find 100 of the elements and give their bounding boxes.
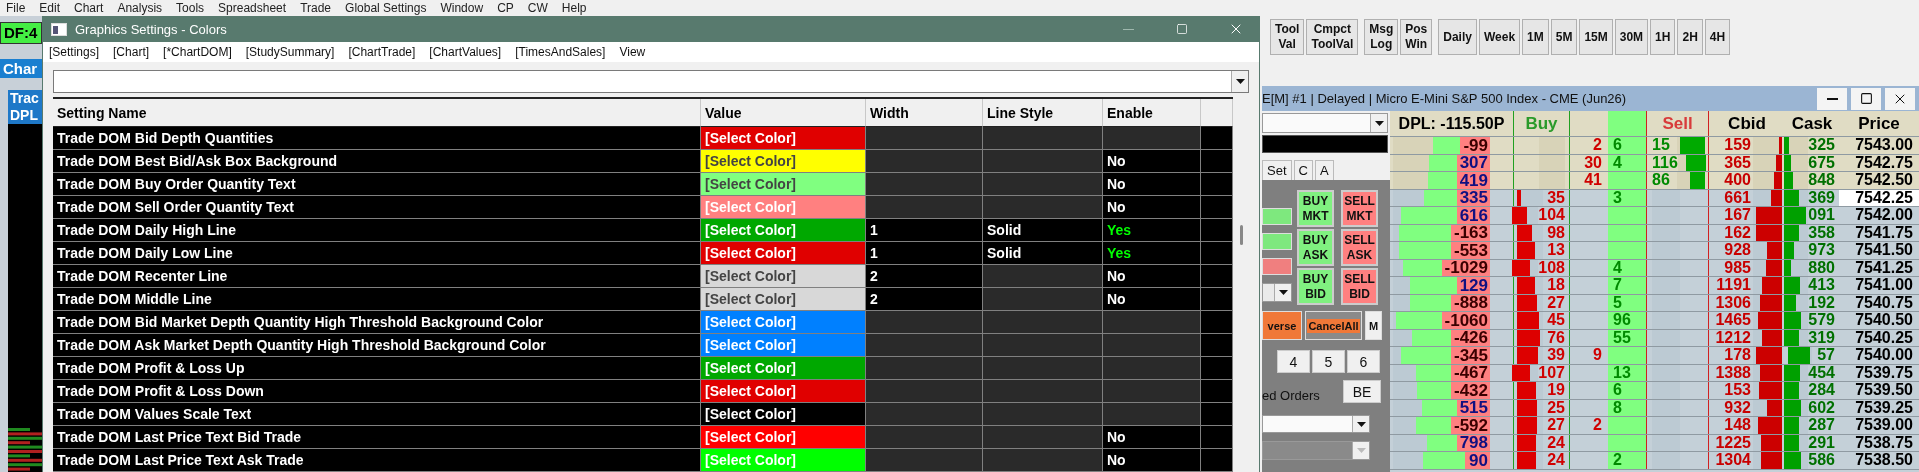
- cbid-value: 1191: [1715, 277, 1752, 294]
- toolbar-button[interactable]: 1M: [1522, 19, 1549, 55]
- toolbar-button[interactable]: 4H: [1704, 19, 1731, 55]
- cbid-value: 400: [1723, 172, 1752, 189]
- menu-item[interactable]: Window: [440, 1, 484, 15]
- color-value[interactable]: [Select Color]: [701, 311, 866, 334]
- buy-value: 39: [1546, 347, 1565, 364]
- toolbar-button[interactable]: Msg Log: [1364, 19, 1399, 55]
- color-value[interactable]: [Select Color]: [701, 380, 866, 403]
- chart-tab[interactable]: Char: [0, 59, 42, 78]
- menu-item[interactable]: [TimesAndSales]: [515, 45, 606, 59]
- menu-item[interactable]: Tools: [176, 1, 205, 15]
- column-header[interactable]: Value: [701, 99, 866, 127]
- dropdown[interactable]: [1262, 283, 1292, 302]
- menu-item[interactable]: Global Settings: [345, 1, 427, 15]
- panel-tab[interactable]: Set: [1262, 160, 1292, 180]
- color-value[interactable]: [Select Color]: [701, 265, 866, 288]
- quantity-button[interactable]: 6: [1347, 350, 1380, 373]
- buy-value: 25: [1546, 399, 1565, 416]
- pl-value: -426: [1453, 329, 1488, 347]
- color-value[interactable]: [Select Color]: [701, 242, 866, 265]
- cbid-value: 932: [1723, 399, 1752, 416]
- action-button[interactable]: verse: [1262, 311, 1302, 340]
- action-button[interactable]: CancelAll: [1305, 311, 1362, 340]
- toolbar-button[interactable]: 5M: [1550, 19, 1578, 55]
- be-button[interactable]: BE: [1343, 380, 1381, 403]
- column-header[interactable]: Line Style: [983, 99, 1103, 127]
- pl-value: -1060: [1444, 311, 1488, 329]
- color-value[interactable]: [Select Color]: [701, 403, 866, 426]
- panel-tab[interactable]: C: [1293, 160, 1313, 180]
- price-cell-text: 7543.00: [1854, 137, 1914, 154]
- column-header[interactable]: Enable: [1103, 99, 1201, 127]
- maximize-button[interactable]: [1851, 87, 1881, 110]
- quantity-field[interactable]: [1262, 258, 1292, 275]
- menu-item[interactable]: Trade: [300, 1, 332, 15]
- menu-item[interactable]: Edit: [39, 1, 61, 15]
- order-button[interactable]: BUY ASK: [1297, 229, 1334, 266]
- minimize-button[interactable]: [1817, 87, 1847, 110]
- buy-value: 45: [1546, 312, 1565, 329]
- menu-item[interactable]: CP: [497, 1, 514, 15]
- toolbar-button[interactable]: 2H: [1677, 19, 1703, 55]
- window-title: E[M] #1 | Delayed | Micro E-Mini S&P 500 Index - CME (Jun26): [1262, 91, 1628, 106]
- price-cell-text: 7541.25: [1854, 259, 1914, 276]
- menu-item[interactable]: Help: [561, 1, 587, 15]
- table-cell: [1201, 288, 1233, 311]
- panel-tab[interactable]: A: [1314, 160, 1334, 180]
- pl-value: 129: [1459, 276, 1488, 294]
- table-cell: [1201, 150, 1233, 173]
- action-button[interactable]: M: [1365, 311, 1382, 340]
- order-button[interactable]: SELL BID: [1341, 268, 1378, 305]
- menu-item[interactable]: [Settings]: [49, 45, 100, 59]
- color-value[interactable]: [Select Color]: [701, 150, 866, 173]
- quantity-button[interactable]: 4: [1277, 350, 1310, 373]
- toolbar-button[interactable]: Week: [1478, 19, 1521, 55]
- width-cell: 1: [866, 219, 983, 242]
- order-button[interactable]: BUY MKT: [1297, 190, 1334, 227]
- color-value[interactable]: [Select Color]: [701, 127, 866, 150]
- quantity-button[interactable]: 5: [1312, 350, 1345, 373]
- quantity-field[interactable]: [1262, 233, 1292, 250]
- column-header[interactable]: Width: [866, 99, 983, 127]
- order-button[interactable]: SELL MKT: [1341, 190, 1378, 227]
- color-value[interactable]: [Select Color]: [701, 426, 866, 449]
- caret-icon: [1278, 290, 1288, 295]
- menu-item[interactable]: [ChartValues]: [429, 45, 502, 59]
- menu-item[interactable]: [*ChartDOM]: [163, 45, 232, 59]
- cbid-value: 178: [1723, 347, 1752, 364]
- menu-item[interactable]: [Chart]: [113, 45, 150, 59]
- table-cell: [1201, 449, 1233, 472]
- cbid-value: 1304: [1714, 452, 1752, 469]
- color-value[interactable]: [Select Color]: [701, 173, 866, 196]
- menu-item[interactable]: CW: [527, 1, 548, 15]
- menu-item[interactable]: [StudySummary]: [245, 45, 335, 59]
- column-header[interactable]: Setting Name: [53, 99, 701, 127]
- menu-item[interactable]: File: [6, 1, 26, 15]
- color-value[interactable]: [Select Color]: [701, 334, 866, 357]
- menu-item[interactable]: View: [619, 45, 646, 59]
- cask-value: 586: [1808, 452, 1835, 469]
- toolbar-button[interactable]: Daily: [1438, 19, 1477, 55]
- toolbar-button[interactable]: Tool Val: [1270, 19, 1305, 55]
- line-style-cell: Solid: [983, 242, 1103, 265]
- sell-value: 116: [1652, 154, 1678, 171]
- close-button[interactable]: [1885, 87, 1915, 110]
- setting-name: Trade DOM Last Price Text Bid Trade: [53, 426, 701, 449]
- toolbar-button[interactable]: Pos Win: [1400, 19, 1433, 55]
- order-button[interactable]: SELL ASK: [1341, 229, 1378, 266]
- combo-box[interactable]: [53, 70, 1249, 93]
- price-cell-text: 7539.00: [1854, 417, 1914, 434]
- enable-cell: No: [1103, 173, 1201, 196]
- menu-item[interactable]: Spreadsheet: [218, 1, 287, 15]
- quantity-field[interactable]: [1262, 208, 1292, 225]
- menu-item[interactable]: Analysis: [117, 1, 163, 15]
- order-cell: [1608, 242, 1646, 259]
- toolbar-button[interactable]: 15M: [1579, 19, 1613, 55]
- toolbar-button[interactable]: Cmpct ToolVal: [1306, 19, 1359, 55]
- order-button[interactable]: BUY BID: [1297, 268, 1334, 305]
- toolbar-button[interactable]: 1H: [1650, 19, 1676, 55]
- menu-item[interactable]: [ChartTrade]: [348, 45, 416, 59]
- toolbar-button[interactable]: 30M: [1614, 19, 1649, 55]
- menu-item[interactable]: Chart: [74, 1, 104, 15]
- color-value[interactable]: [Select Color]: [701, 288, 866, 311]
